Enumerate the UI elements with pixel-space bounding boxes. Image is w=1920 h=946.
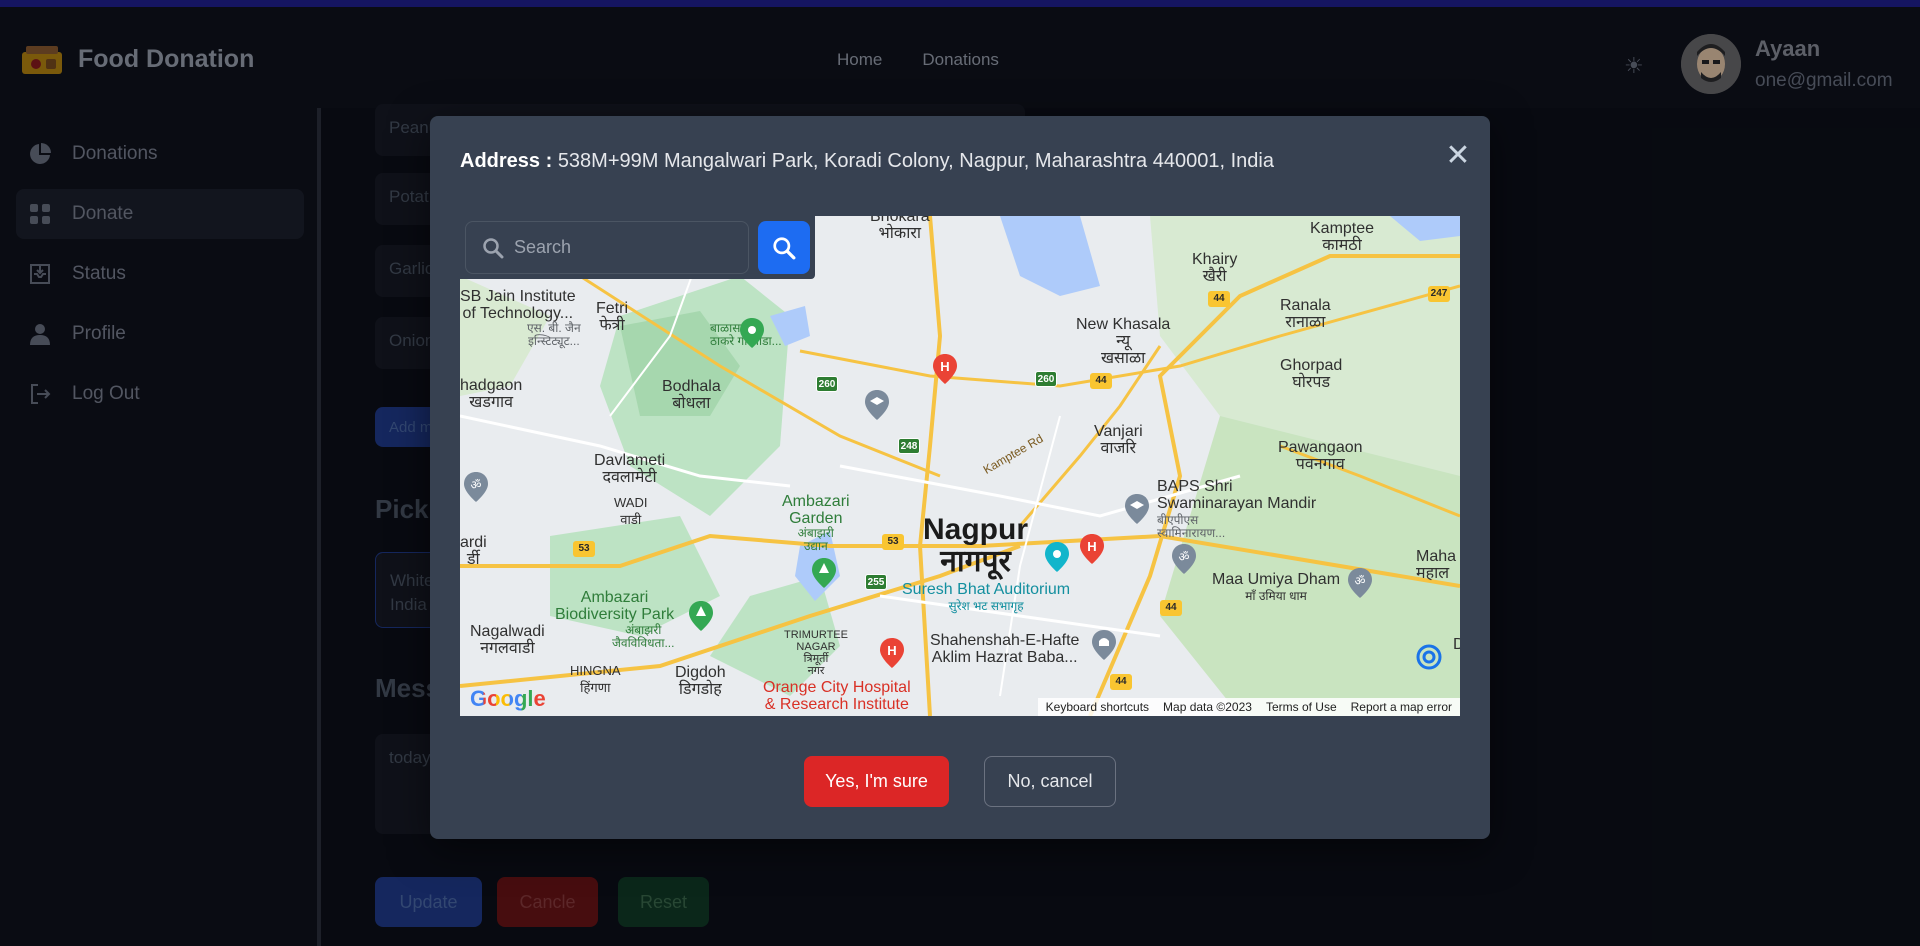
highway-shield-44: 44	[1110, 674, 1132, 690]
highway-shield-53: 53	[573, 541, 595, 557]
highway-shield-44: 44	[1090, 373, 1112, 389]
svg-text:ॐ: ॐ	[471, 478, 482, 492]
map-label-ambazari-garden: Ambazari Garden अंबाझरी उद्यान	[782, 493, 850, 553]
park-pin-icon[interactable]	[689, 601, 713, 631]
address-confirm-modal: Address : 538M+99M Mangalwari Park, Kora…	[430, 116, 1490, 839]
mosque-pin-icon[interactable]	[1092, 630, 1116, 660]
address-label: Address :	[460, 150, 553, 172]
map-label-wadi: WADI वाडी	[614, 495, 648, 527]
map-label-fetri: Fetri फेत्री	[596, 300, 628, 334]
map-label-davlameti: Davlameti दवलामेटी	[594, 452, 666, 486]
map-label-digdoh: Digdoh डिगडोह	[675, 664, 726, 698]
map-label-pawangaon: Pawangaon पवनगाव	[1278, 439, 1363, 473]
university-pin-icon[interactable]	[1125, 494, 1149, 524]
address-value: 538M+99M Mangalwari Park, Koradi Colony,…	[557, 150, 1274, 172]
map-label-orange-city: Orange City Hospital & Research Institute	[763, 679, 911, 713]
terms-link[interactable]: Terms of Use	[1266, 700, 1337, 714]
keyboard-shortcuts-link[interactable]: Keyboard shortcuts	[1046, 700, 1149, 714]
map-label-sb-jain: SB Jain Institute of Technology...	[460, 288, 576, 322]
highway-shield-53: 53	[882, 534, 904, 550]
map-label-ambazari-bio: Ambazari Biodiversity Park	[555, 589, 675, 623]
svg-text:H: H	[887, 643, 896, 658]
map-label-new-khasala: New Khasala न्यू खसाळा	[1076, 316, 1171, 367]
map-label-hingna: HINGNA हिंगणा	[570, 663, 621, 695]
highway-shield-44: 44	[1208, 291, 1230, 307]
map-search-bar	[460, 216, 815, 279]
map-label-bhokara: Bhokara भोकारा	[870, 216, 930, 242]
cancel-button[interactable]: No, cancel	[984, 756, 1116, 807]
map-label-shahenshah: Shahenshah-E-Hafte Aklim Hazrat Baba...	[930, 632, 1080, 666]
highway-shield-255: 255	[865, 574, 887, 590]
svg-text:ॐ: ॐ	[1355, 574, 1366, 588]
hospital-pin-icon[interactable]: H	[1080, 534, 1104, 564]
lifebuoy-icon[interactable]	[1416, 644, 1442, 670]
map-label-baps: BAPS Shri Swaminarayan Mandir	[1157, 478, 1317, 512]
search-icon	[483, 238, 504, 259]
temple-pin-icon[interactable]: ॐ	[1172, 544, 1196, 574]
report-error-link[interactable]: Report a map error	[1351, 700, 1452, 714]
search-input[interactable]	[514, 222, 744, 273]
map-label-maa-umiya: Maa Umiya Dham माँ उमिया धाम	[1212, 571, 1341, 603]
svg-text:ॐ: ॐ	[1179, 550, 1190, 564]
map-label-suresh-bhat: Suresh Bhat Auditorium सुरेश भट सभागृह	[902, 581, 1071, 613]
address-line: Address : 538M+99M Mangalwari Park, Kora…	[460, 150, 1274, 173]
close-icon[interactable]: ✕	[1440, 138, 1476, 174]
confirm-button[interactable]: Yes, I'm sure	[804, 756, 949, 807]
highway-shield-260: 260	[1035, 371, 1057, 387]
highway-shield-247: 247	[1428, 286, 1450, 302]
google-logo: Google	[470, 686, 546, 712]
map-label-baps-mr: बीएपीएस स्वामिनारायण...	[1157, 513, 1226, 540]
park-pin-icon[interactable]	[812, 558, 836, 588]
auditorium-pin-icon[interactable]	[1045, 542, 1069, 572]
map-attribution: Keyboard shortcuts Map data ©2023 Terms …	[1037, 698, 1460, 716]
map-label-maha: Maha महाल	[1416, 548, 1457, 582]
map-label-ambazari-bio-mr: अंबाझरी जैवविविधता...	[612, 623, 675, 650]
map-label-nagpur: Nagpur नागपूर	[923, 513, 1028, 578]
search-button[interactable]	[758, 221, 810, 274]
svg-text:H: H	[1087, 539, 1096, 554]
map-label-vanjari: Vanjari वाजरि	[1094, 423, 1143, 457]
highway-shield-260: 260	[816, 376, 838, 392]
zoo-pin-icon[interactable]	[740, 318, 764, 348]
map-label-trimurtee: TRIMURTEE NAGAR त्रिमूर्ती नगर	[784, 629, 848, 677]
map-label-hadgaon: hadgaon खडगाव	[460, 377, 523, 411]
map-label-kamptee: Kamptee कामठी	[1310, 220, 1375, 254]
map-label-khairy: Khairy खैरी	[1192, 251, 1238, 285]
map-label-sb-jain-mr: एस. बी. जैन इन्स्टिट्यूट...	[527, 321, 581, 348]
map[interactable]: Bhokaraभोकारा Kampteeकामठी Khairyखैरी Ra…	[460, 216, 1460, 716]
map-label-ardi: ardi र्डी	[460, 534, 487, 568]
map-label-bodhala: Bodhala बोधला	[662, 378, 721, 412]
temple-pin-icon[interactable]: ॐ	[464, 472, 488, 502]
temple-pin-icon[interactable]: ॐ	[1348, 568, 1372, 598]
search-field[interactable]	[465, 221, 749, 274]
search-icon	[773, 236, 796, 259]
map-label-ranala: Ranala रानाळा	[1280, 297, 1331, 331]
hospital-pin-icon[interactable]: H	[880, 638, 904, 668]
map-label-d-edge: D	[1453, 636, 1460, 653]
svg-text:H: H	[940, 359, 949, 374]
google-logo-text: Google	[470, 686, 546, 711]
highway-shield-248: 248	[898, 438, 920, 454]
map-label-ghorpad: Ghorpad घोरपड	[1280, 357, 1343, 391]
map-data-text: Map data ©2023	[1163, 700, 1252, 714]
university-pin-icon[interactable]	[865, 390, 889, 420]
map-label-nagalwadi: Nagalwadi नगलवाडी	[470, 623, 545, 657]
hospital-pin-icon[interactable]: H	[933, 354, 957, 384]
highway-shield-44: 44	[1160, 600, 1182, 616]
